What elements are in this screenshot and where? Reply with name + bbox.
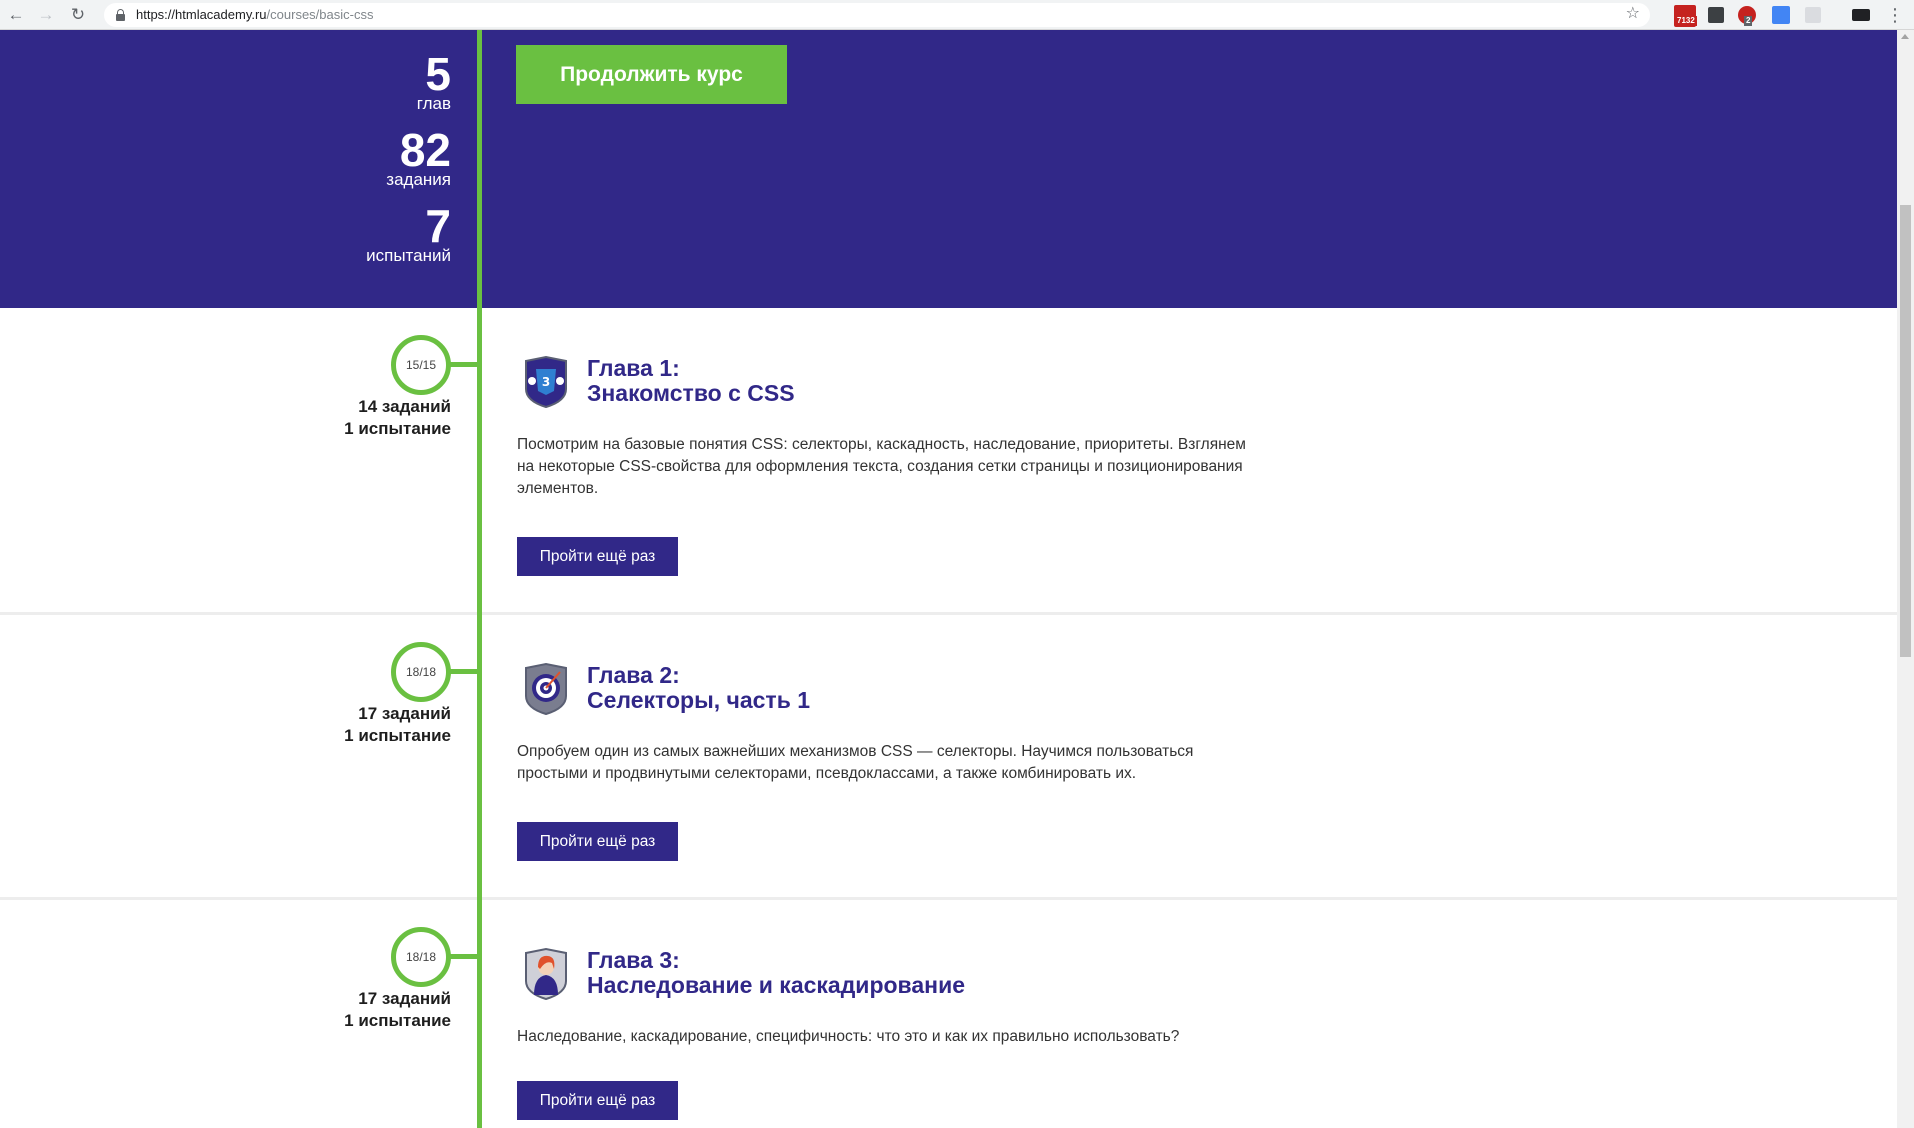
stat-number: 7 [425, 200, 451, 252]
tasks-count: 17 заданий [358, 704, 451, 723]
url-path: /courses/basic-css [266, 7, 374, 22]
chapter-description: Посмотрим на базовые понятия CSS: селект… [517, 436, 1246, 497]
address-bar[interactable]: https://htmlacademy.ru/courses/basic-css… [104, 3, 1650, 27]
progress-ring: 18/18 [391, 642, 451, 702]
scroll-up-arrow-icon[interactable] [1901, 34, 1909, 39]
adblock-count-badge: 2 [1744, 16, 1753, 26]
chapter-card-3: 18/18 17 заданий 1 испытание Глава 3: На… [0, 900, 1897, 1128]
chapter-title[interactable]: Глава 2: Селекторы, часть 1 [587, 663, 810, 713]
chapter-title[interactable]: Глава 1: Знакомство с CSS [587, 356, 795, 406]
puzzle-extension-icon[interactable] [1805, 7, 1821, 23]
chapter-stats: 17 заданий 1 испытание [344, 703, 451, 747]
glasses-extension-icon[interactable] [1852, 9, 1870, 21]
back-arrow-icon[interactable]: ← [6, 5, 26, 25]
course-hero: 5 глав 82 задания 7 испытаний Продолжить… [0, 30, 1897, 308]
chapter-number: Глава 3: [587, 947, 680, 973]
trials-count: 1 испытание [344, 1011, 451, 1030]
stat-number: 82 [399, 124, 451, 176]
retry-chapter-button[interactable]: Пройти ещё раз [517, 1081, 678, 1120]
reload-icon[interactable]: ↻ [68, 5, 88, 25]
bookmark-star-icon[interactable]: ☆ [1626, 4, 1640, 24]
chapter-title[interactable]: Глава 3: Наследование и каскадирование [587, 948, 965, 998]
progress-timeline [477, 30, 482, 1128]
scroll-thumb[interactable] [1900, 205, 1911, 657]
course-page: 5 глав 82 задания 7 испытаний Продолжить… [0, 30, 1897, 1128]
progress-ring: 18/18 [391, 927, 451, 987]
css3-shield-icon: 3 [525, 355, 567, 409]
stat-trials: 7 испытаний [366, 200, 451, 266]
portrait-shield-icon [525, 947, 567, 1001]
adblock-extension-icon[interactable]: 2 [1738, 6, 1756, 26]
stat-number: 5 [425, 48, 451, 100]
url-text[interactable]: https://htmlacademy.ru/courses/basic-css [136, 7, 373, 23]
chapter-stats: 17 заданий 1 испытание [344, 988, 451, 1032]
chapter-number: Глава 2: [587, 662, 680, 688]
forward-arrow-icon[interactable]: → [36, 5, 56, 25]
chapter-description: Наследование, каскадирование, специфично… [517, 1028, 1180, 1045]
stat-label: задания [386, 170, 451, 189]
chapter-stats: 14 заданий 1 испытание [344, 396, 451, 440]
gmail-unread-badge: 7132 [1675, 16, 1697, 26]
chapter-name: Знакомство с CSS [587, 380, 795, 406]
retry-chapter-button[interactable]: Пройти ещё раз [517, 537, 678, 576]
stat-chapters: 5 глав [416, 48, 451, 114]
progress-ring: 15/15 [391, 335, 451, 395]
chapter-card-1: 15/15 14 заданий 1 испытание 3 Глава 1: … [0, 308, 1897, 615]
chapter-name: Наследование и каскадирование [587, 972, 965, 998]
timeline-connector [450, 669, 480, 674]
retry-chapter-button[interactable]: Пройти ещё раз [517, 822, 678, 861]
tasks-count: 14 заданий [358, 397, 451, 416]
trials-count: 1 испытание [344, 726, 451, 745]
browser-toolbar: ← → ↻ https://htmlacademy.ru/courses/bas… [0, 0, 1914, 30]
continue-course-button[interactable]: Продолжить курс [516, 45, 787, 104]
stat-tasks: 82 задания [386, 124, 451, 190]
stat-label: глав [416, 94, 451, 113]
browser-menu-icon[interactable]: ⋮ [1886, 5, 1904, 25]
url-host: https://htmlacademy.ru [136, 7, 267, 22]
target-shield-icon [525, 662, 567, 716]
lock-icon [116, 9, 125, 21]
trials-count: 1 испытание [344, 419, 451, 438]
translate-extension-icon[interactable] [1772, 6, 1790, 24]
stat-label: испытаний [366, 246, 451, 265]
timeline-connector [450, 954, 480, 959]
tasks-count: 17 заданий [358, 989, 451, 1008]
chapter-number: Глава 1: [587, 355, 680, 381]
terminal-extension-icon[interactable] [1708, 7, 1724, 23]
timeline-connector [450, 362, 480, 367]
chapter-card-2: 18/18 17 заданий 1 испытание Глава 2: Се… [0, 615, 1897, 900]
chapter-description: Опробуем один из самых важнейших механиз… [517, 743, 1194, 782]
svg-text:3: 3 [542, 375, 550, 389]
page-scrollbar[interactable] [1897, 30, 1914, 1128]
chapter-name: Селекторы, часть 1 [587, 687, 811, 713]
gmail-extension-icon[interactable]: 7132 [1674, 5, 1697, 27]
